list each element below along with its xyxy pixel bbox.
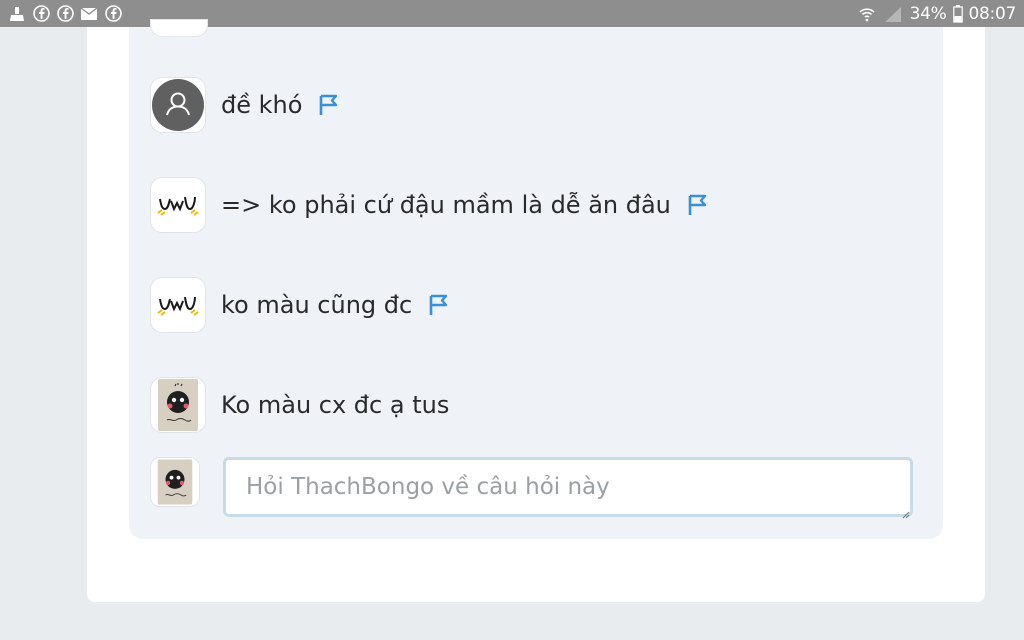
battery-percent: 34%	[909, 3, 947, 24]
comment-item: ko màu cũng đc	[150, 277, 450, 333]
notification-icons	[0, 5, 122, 23]
comment-item: Ko màu cx đc ạ tus	[150, 377, 449, 433]
comment-panel: đề khó => ko phải cứ đậu mầm là dễ ăn đâ…	[129, 19, 943, 539]
comment-item: đề khó	[150, 77, 340, 133]
reply-row	[150, 457, 913, 519]
comment-text: ko màu cũng đc	[221, 291, 413, 319]
facebook-icon	[32, 5, 50, 23]
facebook-icon	[56, 5, 74, 23]
flag-icon[interactable]	[428, 293, 450, 317]
flag-icon[interactable]	[318, 93, 340, 117]
reply-input[interactable]	[223, 457, 913, 517]
uwu-avatar-icon	[157, 196, 199, 216]
clock: 08:07	[968, 3, 1017, 24]
kameko-photo-avatar-icon	[158, 379, 198, 431]
cleaner-icon	[8, 5, 26, 23]
facebook-icon	[104, 5, 122, 23]
question-card: đề khó => ko phải cứ đậu mầm là dễ ăn đâ…	[87, 19, 985, 602]
avatar[interactable]	[150, 77, 206, 133]
avatar	[150, 19, 208, 37]
comment-item: => ko phải cứ đậu mầm là dễ ăn đâu	[150, 177, 709, 233]
kameko-photo-avatar-icon	[157, 459, 193, 505]
system-status: 34% 08:07	[858, 4, 1024, 24]
battery-icon	[952, 4, 963, 23]
current-user-avatar	[150, 457, 200, 507]
avatar[interactable]	[150, 177, 206, 233]
mail-icon	[80, 5, 98, 23]
flag-icon[interactable]	[687, 193, 709, 217]
uwu-avatar-icon	[157, 296, 199, 316]
comment-text: đề khó	[221, 91, 303, 119]
avatar[interactable]	[150, 377, 206, 433]
wifi-icon	[858, 5, 876, 23]
default-user-avatar-icon	[152, 79, 204, 131]
resize-handle-icon[interactable]	[902, 506, 910, 519]
comment-text: Ko màu cx đc ạ tus	[221, 391, 450, 419]
signal-icon	[882, 5, 904, 23]
avatar[interactable]	[150, 277, 206, 333]
comment-text: => ko phải cứ đậu mầm là dễ ăn đâu	[221, 191, 671, 219]
